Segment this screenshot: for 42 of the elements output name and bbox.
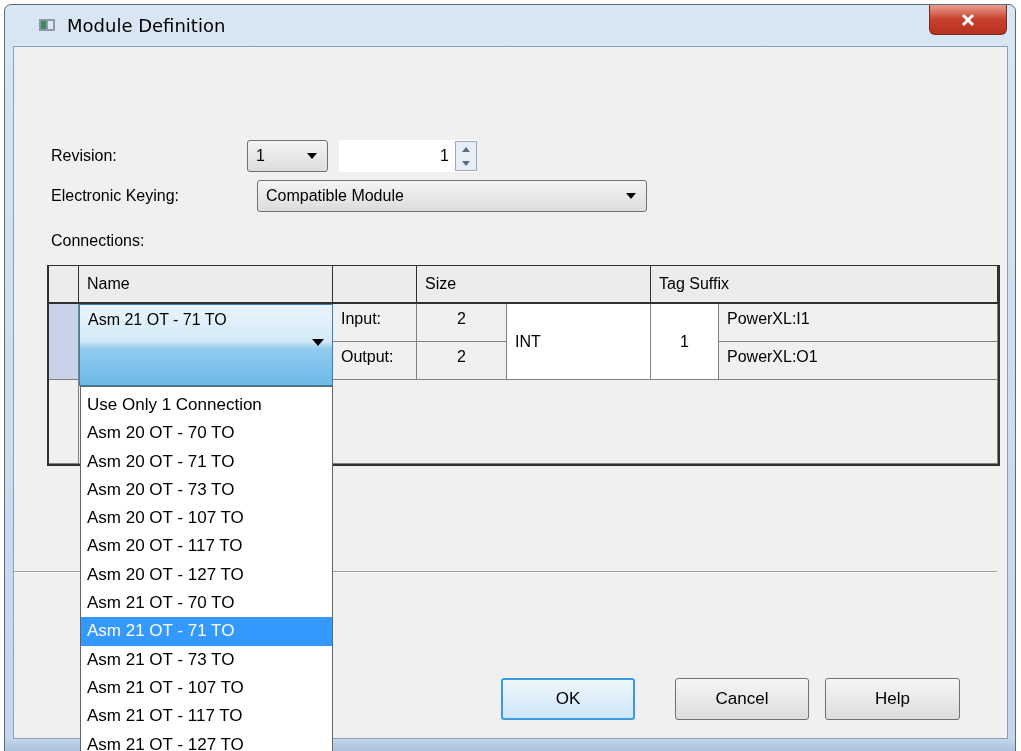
revision-label: Revision: — [51, 147, 118, 165]
dropdown-option[interactable]: Asm 20 OT - 107 TO — [81, 504, 332, 533]
dropdown-option[interactable]: Asm 20 OT - 70 TO — [81, 419, 332, 448]
dropdown-option[interactable]: Asm 20 OT - 127 TO — [81, 560, 332, 590]
table-cell: PowerXL:O1 — [719, 342, 998, 380]
table-cell: 2 — [417, 304, 507, 342]
table-cell: 2 — [417, 342, 507, 380]
table-cell: PowerXL:I1 — [719, 304, 998, 342]
table-cell: 1 — [651, 304, 719, 380]
electronic-keying-dropdown[interactable]: Compatible Module — [257, 180, 647, 212]
window-icon — [39, 19, 55, 31]
electronic-keying-label: Electronic Keying: — [51, 187, 181, 205]
row-header[interactable] — [49, 304, 79, 380]
caret-icon — [307, 153, 317, 159]
dialog-button[interactable]: Cancel — [675, 678, 809, 720]
dialog-button[interactable]: Help — [825, 678, 960, 720]
minor-revision-spinner[interactable]: 1 — [339, 140, 477, 172]
major-revision-dropdown[interactable]: 1 — [247, 140, 328, 172]
table-cell: Output: — [333, 342, 417, 380]
column-header: Name — [79, 266, 333, 304]
connection-name-dropdown[interactable]: Asm 21 OT - 71 TO — [79, 304, 333, 386]
dropdown-option[interactable]: Asm 20 OT - 117 TO — [81, 532, 332, 561]
row-header[interactable] — [49, 380, 79, 464]
dropdown-option[interactable]: Asm 21 OT - 127 TO — [81, 730, 332, 751]
dialog-button[interactable]: OK — [501, 678, 635, 720]
dropdown-option[interactable]: Asm 21 OT - 73 TO — [81, 645, 332, 674]
close-icon — [960, 12, 976, 27]
caret-icon — [626, 193, 636, 199]
caret-icon — [312, 339, 324, 346]
column-header: Size — [417, 266, 651, 304]
dropdown-option[interactable]: Asm 20 OT - 71 TO — [81, 447, 332, 476]
table-cell: INT — [507, 304, 651, 380]
dropdown-option[interactable]: Asm 21 OT - 70 TO — [81, 589, 332, 618]
dropdown-option[interactable]: Asm 20 OT - 73 TO — [81, 475, 332, 505]
column-header: Tag Suffix — [651, 266, 998, 304]
dropdown-option[interactable]: Asm 21 OT - 107 TO — [81, 673, 332, 703]
connections-label: Connections: — [50, 231, 146, 251]
close-button[interactable] — [929, 5, 1007, 35]
dropdown-option[interactable]: Use Only 1 Connection — [81, 391, 332, 420]
window-title: Module Definition — [67, 14, 226, 36]
table-cell: Input: — [333, 304, 417, 342]
dropdown-option[interactable]: Asm 21 OT - 117 TO — [81, 702, 332, 731]
